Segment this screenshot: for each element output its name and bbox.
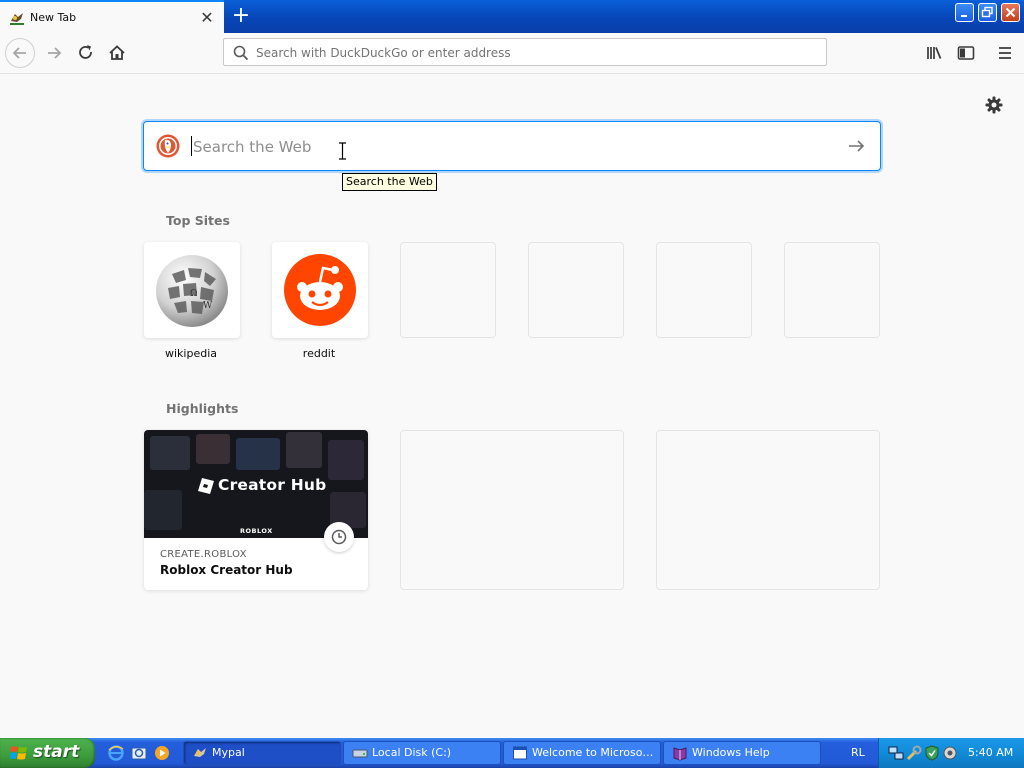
hamburger-menu-icon bbox=[999, 47, 1011, 59]
library-icon bbox=[927, 47, 942, 59]
tab-strip: New Tab ✕ + bbox=[0, 0, 1024, 33]
minimize-icon bbox=[961, 15, 967, 17]
start-label: start bbox=[33, 742, 80, 762]
top-site-label-reddit: reddit bbox=[302, 347, 336, 360]
sidebar-toggle-button[interactable] bbox=[952, 39, 980, 67]
mypal-icon bbox=[10, 13, 24, 25]
search-web-input[interactable] bbox=[191, 135, 795, 159]
reload-button[interactable] bbox=[72, 39, 100, 67]
back-button[interactable] bbox=[5, 38, 35, 68]
search-submit-arrow-icon[interactable] bbox=[846, 136, 866, 156]
address-input[interactable] bbox=[254, 43, 818, 63]
top-site-wikipedia[interactable]: Ω W bbox=[144, 242, 240, 338]
menu-button[interactable] bbox=[991, 39, 1019, 67]
help-book-icon bbox=[673, 747, 687, 761]
new-tab-plus-icon[interactable]: + bbox=[229, 5, 253, 27]
windows-flag-icon bbox=[10, 746, 27, 760]
taskbar-button-local-disk[interactable]: Local Disk (C:) bbox=[343, 741, 501, 765]
taskbar: start Mypal Local Disk (C:) Welcome to M… bbox=[0, 738, 1024, 768]
top-site-empty-slot bbox=[528, 242, 624, 338]
drive-icon bbox=[352, 749, 368, 758]
search-icon bbox=[233, 45, 249, 61]
taskbar-button-mypal[interactable]: Mypal bbox=[183, 741, 341, 765]
tab-new-tab[interactable]: New Tab ✕ bbox=[0, 0, 224, 33]
restore-button[interactable] bbox=[978, 3, 997, 22]
back-arrow-icon bbox=[12, 47, 26, 59]
tab-title: New Tab bbox=[30, 11, 77, 24]
network-icon[interactable] bbox=[888, 745, 904, 761]
forward-button[interactable] bbox=[40, 39, 68, 67]
security-shield-icon[interactable] bbox=[924, 745, 940, 761]
outlook-express-icon[interactable] bbox=[131, 745, 147, 761]
top-sites-heading: Top Sites bbox=[166, 213, 230, 228]
window-icon bbox=[513, 746, 527, 760]
taskbar-button-label: Welcome to Microsoft... bbox=[532, 746, 654, 759]
highlight-thumb-brand: ROBLOX bbox=[240, 527, 273, 535]
restore-icon bbox=[981, 6, 993, 18]
taskbar-button-windows-help[interactable]: Windows Help bbox=[663, 741, 821, 765]
svg-text:W: W bbox=[203, 301, 213, 311]
wikipedia-globe-icon: Ω W bbox=[156, 255, 228, 327]
search-tooltip: Search the Web bbox=[342, 173, 437, 191]
text-cursor-icon bbox=[339, 142, 346, 160]
tab-close-icon[interactable]: ✕ bbox=[198, 9, 216, 27]
forward-arrow-icon bbox=[48, 47, 62, 59]
reload-icon bbox=[79, 45, 92, 59]
library-button[interactable] bbox=[921, 39, 949, 67]
text-caret bbox=[191, 136, 192, 156]
highlight-empty-slot bbox=[400, 430, 624, 590]
highlights-heading: Highlights bbox=[166, 401, 239, 416]
reddit-alien-icon bbox=[284, 254, 356, 326]
close-icon bbox=[1005, 7, 1016, 18]
mypal-icon bbox=[194, 748, 206, 757]
language-indicator[interactable]: RL bbox=[851, 746, 865, 759]
taskbar-button-label: Windows Help bbox=[692, 746, 770, 759]
minimize-button[interactable] bbox=[955, 3, 974, 22]
system-clock[interactable]: 5:40 AM bbox=[968, 746, 1013, 759]
top-site-empty-slot bbox=[400, 242, 496, 338]
taskbar-button-label: Local Disk (C:) bbox=[372, 746, 452, 759]
tool-icon[interactable] bbox=[906, 745, 922, 761]
highlight-thumb-title: Creator Hub bbox=[218, 476, 327, 494]
history-clock-badge bbox=[324, 522, 354, 552]
highlight-host: CREATE.ROBLOX bbox=[160, 549, 247, 560]
home-icon bbox=[109, 45, 125, 60]
gear-icon[interactable] bbox=[984, 95, 1004, 115]
close-window-button[interactable] bbox=[1001, 3, 1020, 22]
taskbar-button-label: Mypal bbox=[212, 746, 245, 759]
top-site-empty-slot bbox=[784, 242, 880, 338]
highlight-card-roblox[interactable]: Creator Hub ROBLOX CREATE.ROBLOX Roblox … bbox=[144, 430, 368, 590]
sidebar-icon bbox=[957, 46, 975, 60]
taskbar-button-welcome-microsoft[interactable]: Welcome to Microsoft... bbox=[503, 741, 661, 765]
svg-text:Ω: Ω bbox=[190, 289, 197, 299]
media-player-icon[interactable] bbox=[154, 745, 170, 761]
home-button[interactable] bbox=[103, 39, 131, 67]
highlight-title: Roblox Creator Hub bbox=[160, 563, 293, 577]
highlight-empty-slot bbox=[656, 430, 880, 590]
web-search-box[interactable] bbox=[143, 121, 881, 171]
top-site-empty-slot bbox=[656, 242, 752, 338]
address-bar[interactable] bbox=[223, 38, 827, 66]
start-button[interactable]: start bbox=[0, 738, 95, 768]
top-site-reddit[interactable] bbox=[272, 242, 368, 338]
roblox-logo-icon bbox=[198, 478, 214, 494]
system-tray: 5:40 AM bbox=[878, 738, 1024, 768]
duckduckgo-logo-icon bbox=[156, 134, 180, 158]
top-site-label-wikipedia: wikipedia bbox=[164, 347, 217, 360]
internet-explorer-icon[interactable] bbox=[108, 745, 124, 761]
clock-icon bbox=[331, 529, 347, 545]
navigation-toolbar bbox=[0, 33, 1024, 74]
settings-gear-icon[interactable] bbox=[942, 745, 958, 761]
